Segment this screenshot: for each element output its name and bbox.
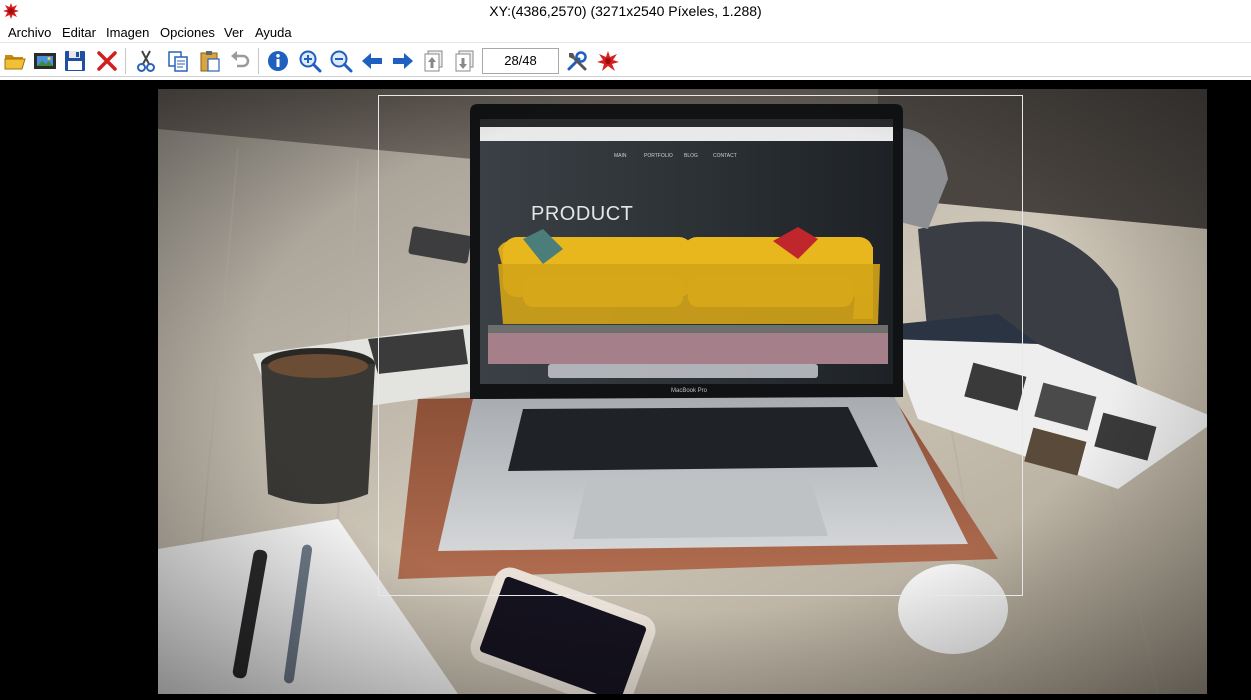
undo-icon: [231, 51, 250, 68]
menu-opciones[interactable]: Opciones: [158, 23, 217, 43]
delete-x-icon: [97, 51, 117, 71]
image-viewer[interactable]: PRODUCT MAIN PORTFOLIO BLOG CONTACT MacB…: [0, 80, 1251, 700]
screen-heading: PRODUCT: [531, 203, 634, 225]
copy-icon: [168, 51, 188, 72]
zoom-in-button[interactable]: [297, 48, 323, 74]
open-folder-button[interactable]: [2, 48, 28, 74]
screen-nav-portfolio: PORTFOLIO: [644, 153, 673, 159]
menu-imagen[interactable]: Imagen: [104, 23, 151, 43]
settings-button[interactable]: [564, 48, 590, 74]
scissors-icon: [137, 50, 155, 72]
menu-ver[interactable]: Ver: [222, 23, 246, 43]
window-title: XY:(4386,2570) (3271x2540 Píxeles, 1.288…: [489, 3, 762, 19]
menu-bar: Archivo Editar Imagen Opciones Ver Ayuda: [0, 23, 1251, 43]
screen-nav-main: MAIN: [614, 153, 627, 159]
previous-image-button[interactable]: [359, 48, 385, 74]
tools-icon: [567, 51, 587, 71]
slideshow-button[interactable]: [32, 48, 58, 74]
screen-nav-contact: CONTACT: [713, 153, 737, 159]
paste-button[interactable]: [197, 48, 223, 74]
menu-archivo[interactable]: Archivo: [6, 23, 53, 43]
menu-ayuda[interactable]: Ayuda: [253, 23, 294, 43]
open-folder-icon: [4, 55, 26, 70]
page-down-icon: [455, 50, 474, 72]
screen-nav-blog: BLOG: [684, 153, 698, 159]
copy-button[interactable]: [165, 48, 191, 74]
about-button[interactable]: [595, 48, 621, 74]
toolbar-separator: [125, 48, 126, 74]
next-image-button[interactable]: [390, 48, 416, 74]
clipboard-icon: [200, 51, 220, 72]
arrow-left-icon: [362, 53, 382, 69]
save-button[interactable]: [62, 48, 88, 74]
delete-button[interactable]: [94, 48, 120, 74]
floppy-disk-icon: [65, 51, 85, 71]
last-page-button[interactable]: [452, 48, 478, 74]
zoom-out-button[interactable]: [328, 48, 354, 74]
undo-button[interactable]: [227, 48, 253, 74]
splat-logo-icon: [597, 51, 619, 71]
toolbar-separator: [258, 48, 259, 74]
info-icon: [268, 51, 288, 71]
toolbar: 28/48: [0, 44, 1251, 77]
zoom-out-icon: [330, 50, 353, 73]
first-page-button[interactable]: [421, 48, 447, 74]
page-indicator-field[interactable]: 28/48: [482, 48, 559, 74]
menu-editar[interactable]: Editar: [60, 23, 98, 43]
title-bar: XY:(4386,2570) (3271x2540 Píxeles, 1.288…: [0, 0, 1251, 23]
zoom-in-icon: [299, 50, 322, 73]
info-button[interactable]: [265, 48, 291, 74]
page-up-icon: [424, 50, 443, 72]
laptop-label: MacBook Pro: [671, 388, 708, 394]
cut-button[interactable]: [133, 48, 159, 74]
arrow-right-icon: [393, 53, 413, 69]
filmstrip-icon: [34, 53, 56, 69]
